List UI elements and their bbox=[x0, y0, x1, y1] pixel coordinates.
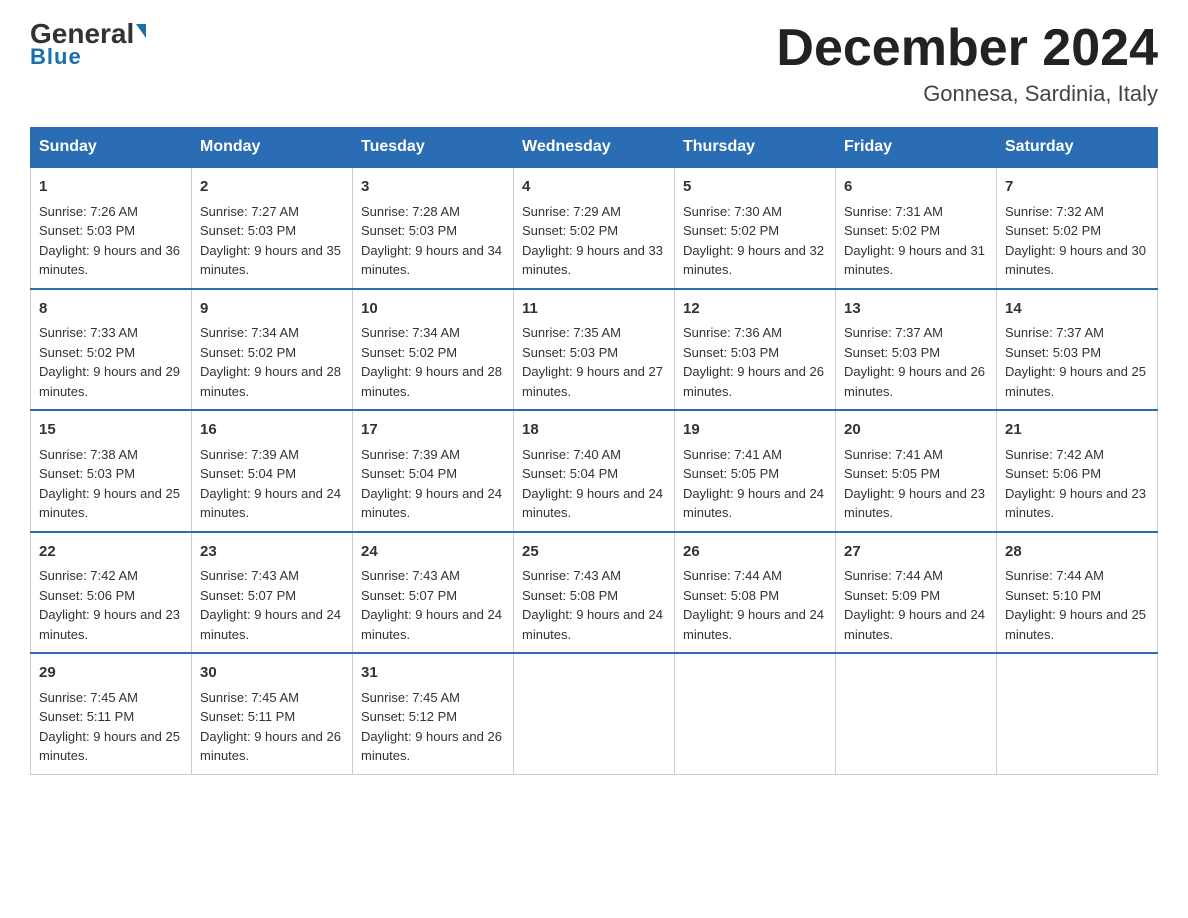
day-number: 5 bbox=[683, 176, 827, 199]
day-number: 31 bbox=[361, 662, 505, 685]
calendar-cell bbox=[836, 653, 997, 774]
day-number: 20 bbox=[844, 419, 988, 442]
day-number: 21 bbox=[1005, 419, 1149, 442]
calendar-cell: 26Sunrise: 7:44 AMSunset: 5:08 PMDayligh… bbox=[675, 532, 836, 654]
calendar-cell bbox=[997, 653, 1158, 774]
day-number: 22 bbox=[39, 541, 183, 564]
day-number: 9 bbox=[200, 298, 344, 321]
day-number: 18 bbox=[522, 419, 666, 442]
col-thursday: Thursday bbox=[675, 128, 836, 168]
day-number: 25 bbox=[522, 541, 666, 564]
calendar-cell: 25Sunrise: 7:43 AMSunset: 5:08 PMDayligh… bbox=[514, 532, 675, 654]
calendar-cell: 5Sunrise: 7:30 AMSunset: 5:02 PMDaylight… bbox=[675, 167, 836, 289]
day-number: 19 bbox=[683, 419, 827, 442]
calendar-cell: 2Sunrise: 7:27 AMSunset: 5:03 PMDaylight… bbox=[192, 167, 353, 289]
calendar-cell: 18Sunrise: 7:40 AMSunset: 5:04 PMDayligh… bbox=[514, 410, 675, 532]
week-row-2: 8Sunrise: 7:33 AMSunset: 5:02 PMDaylight… bbox=[31, 289, 1158, 411]
week-row-5: 29Sunrise: 7:45 AMSunset: 5:11 PMDayligh… bbox=[31, 653, 1158, 774]
calendar-cell: 12Sunrise: 7:36 AMSunset: 5:03 PMDayligh… bbox=[675, 289, 836, 411]
day-number: 24 bbox=[361, 541, 505, 564]
col-monday: Monday bbox=[192, 128, 353, 168]
calendar-cell: 11Sunrise: 7:35 AMSunset: 5:03 PMDayligh… bbox=[514, 289, 675, 411]
week-row-1: 1Sunrise: 7:26 AMSunset: 5:03 PMDaylight… bbox=[31, 167, 1158, 289]
page-header: General Blue December 2024 Gonnesa, Sard… bbox=[30, 20, 1158, 107]
day-number: 15 bbox=[39, 419, 183, 442]
day-number: 16 bbox=[200, 419, 344, 442]
calendar-table: Sunday Monday Tuesday Wednesday Thursday… bbox=[30, 127, 1158, 775]
calendar-cell: 15Sunrise: 7:38 AMSunset: 5:03 PMDayligh… bbox=[31, 410, 192, 532]
day-number: 3 bbox=[361, 176, 505, 199]
col-wednesday: Wednesday bbox=[514, 128, 675, 168]
calendar-cell: 10Sunrise: 7:34 AMSunset: 5:02 PMDayligh… bbox=[353, 289, 514, 411]
calendar-cell: 29Sunrise: 7:45 AMSunset: 5:11 PMDayligh… bbox=[31, 653, 192, 774]
calendar-cell: 4Sunrise: 7:29 AMSunset: 5:02 PMDaylight… bbox=[514, 167, 675, 289]
logo-blue: Blue bbox=[30, 44, 82, 70]
title-section: December 2024 Gonnesa, Sardinia, Italy bbox=[776, 20, 1158, 107]
day-number: 30 bbox=[200, 662, 344, 685]
col-sunday: Sunday bbox=[31, 128, 192, 168]
calendar-cell: 1Sunrise: 7:26 AMSunset: 5:03 PMDaylight… bbox=[31, 167, 192, 289]
calendar-cell: 31Sunrise: 7:45 AMSunset: 5:12 PMDayligh… bbox=[353, 653, 514, 774]
col-tuesday: Tuesday bbox=[353, 128, 514, 168]
calendar-cell: 28Sunrise: 7:44 AMSunset: 5:10 PMDayligh… bbox=[997, 532, 1158, 654]
calendar-cell: 7Sunrise: 7:32 AMSunset: 5:02 PMDaylight… bbox=[997, 167, 1158, 289]
col-friday: Friday bbox=[836, 128, 997, 168]
day-number: 4 bbox=[522, 176, 666, 199]
calendar-cell: 14Sunrise: 7:37 AMSunset: 5:03 PMDayligh… bbox=[997, 289, 1158, 411]
calendar-cell: 9Sunrise: 7:34 AMSunset: 5:02 PMDaylight… bbox=[192, 289, 353, 411]
calendar-cell: 27Sunrise: 7:44 AMSunset: 5:09 PMDayligh… bbox=[836, 532, 997, 654]
calendar-cell: 6Sunrise: 7:31 AMSunset: 5:02 PMDaylight… bbox=[836, 167, 997, 289]
week-row-3: 15Sunrise: 7:38 AMSunset: 5:03 PMDayligh… bbox=[31, 410, 1158, 532]
calendar-cell: 24Sunrise: 7:43 AMSunset: 5:07 PMDayligh… bbox=[353, 532, 514, 654]
month-title: December 2024 bbox=[776, 20, 1158, 77]
day-number: 6 bbox=[844, 176, 988, 199]
day-number: 7 bbox=[1005, 176, 1149, 199]
day-number: 8 bbox=[39, 298, 183, 321]
calendar-cell: 20Sunrise: 7:41 AMSunset: 5:05 PMDayligh… bbox=[836, 410, 997, 532]
calendar-cell: 22Sunrise: 7:42 AMSunset: 5:06 PMDayligh… bbox=[31, 532, 192, 654]
day-number: 1 bbox=[39, 176, 183, 199]
calendar-header-row: Sunday Monday Tuesday Wednesday Thursday… bbox=[31, 128, 1158, 168]
day-number: 11 bbox=[522, 298, 666, 321]
location: Gonnesa, Sardinia, Italy bbox=[776, 81, 1158, 107]
calendar-cell: 13Sunrise: 7:37 AMSunset: 5:03 PMDayligh… bbox=[836, 289, 997, 411]
day-number: 2 bbox=[200, 176, 344, 199]
calendar-cell: 19Sunrise: 7:41 AMSunset: 5:05 PMDayligh… bbox=[675, 410, 836, 532]
day-number: 26 bbox=[683, 541, 827, 564]
calendar-cell: 8Sunrise: 7:33 AMSunset: 5:02 PMDaylight… bbox=[31, 289, 192, 411]
calendar-cell: 21Sunrise: 7:42 AMSunset: 5:06 PMDayligh… bbox=[997, 410, 1158, 532]
day-number: 17 bbox=[361, 419, 505, 442]
day-number: 28 bbox=[1005, 541, 1149, 564]
day-number: 27 bbox=[844, 541, 988, 564]
day-number: 13 bbox=[844, 298, 988, 321]
calendar-cell bbox=[675, 653, 836, 774]
day-number: 29 bbox=[39, 662, 183, 685]
day-number: 23 bbox=[200, 541, 344, 564]
week-row-4: 22Sunrise: 7:42 AMSunset: 5:06 PMDayligh… bbox=[31, 532, 1158, 654]
calendar-cell bbox=[514, 653, 675, 774]
col-saturday: Saturday bbox=[997, 128, 1158, 168]
calendar-cell: 23Sunrise: 7:43 AMSunset: 5:07 PMDayligh… bbox=[192, 532, 353, 654]
calendar-cell: 30Sunrise: 7:45 AMSunset: 5:11 PMDayligh… bbox=[192, 653, 353, 774]
calendar-cell: 16Sunrise: 7:39 AMSunset: 5:04 PMDayligh… bbox=[192, 410, 353, 532]
calendar-cell: 17Sunrise: 7:39 AMSunset: 5:04 PMDayligh… bbox=[353, 410, 514, 532]
day-number: 10 bbox=[361, 298, 505, 321]
calendar-cell: 3Sunrise: 7:28 AMSunset: 5:03 PMDaylight… bbox=[353, 167, 514, 289]
day-number: 12 bbox=[683, 298, 827, 321]
day-number: 14 bbox=[1005, 298, 1149, 321]
logo: General Blue bbox=[30, 20, 146, 70]
